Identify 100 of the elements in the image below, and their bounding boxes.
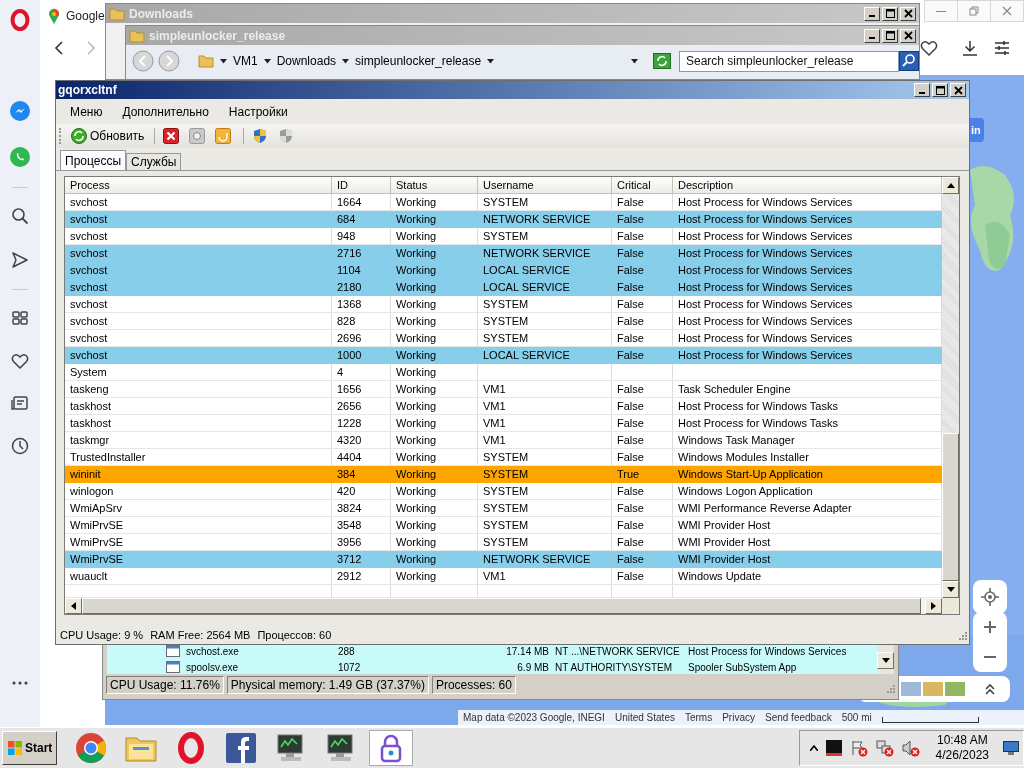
maximize-icon — [885, 31, 895, 40]
dropdown-icon[interactable] — [631, 58, 638, 64]
scroll-right-button[interactable] — [925, 598, 942, 614]
title-bar: simpleunlocker_release — [126, 26, 919, 45]
table-row[interactable]: svchost 2180 Working LOCAL SERVICE False Host Process for Windows Services — [65, 279, 942, 296]
browser-logo-icon[interactable] — [9, 9, 31, 31]
resize-grip-icon[interactable] — [885, 683, 895, 693]
clock-icon[interactable] — [11, 437, 29, 455]
map-link[interactable]: United States — [614, 712, 675, 723]
caret-icon[interactable] — [487, 58, 495, 64]
table-cell-text: 1656 — [336, 382, 363, 397]
table-cell-text: False — [616, 229, 645, 244]
table-cell-text: Host Process for Windows Services — [677, 314, 854, 329]
scrollbar[interactable] — [877, 643, 894, 674]
column-header[interactable]: Status — [391, 177, 478, 194]
menu-item[interactable]: Настройки — [228, 104, 288, 119]
table-cell-text: Host Process for Windows Services — [677, 212, 854, 227]
minimize-icon — [869, 15, 875, 17]
breadcrumb-item[interactable]: VM1 — [233, 54, 258, 68]
scroll-up-button[interactable] — [942, 177, 959, 194]
menu-item[interactable]: Дополнительно — [122, 104, 209, 119]
table-cell-text: 684 — [336, 212, 357, 227]
grid-icon[interactable] — [11, 309, 29, 327]
table-row[interactable]: svchost 1000 Working LOCAL SERVICE False Host Process for Windows Services — [65, 347, 942, 364]
scroll-down-button[interactable] — [877, 652, 894, 669]
scroll-down-button[interactable] — [942, 581, 959, 598]
table-row[interactable]: svchost 1104 Working LOCAL SERVICE False Host Process for Windows Services — [65, 262, 942, 279]
download-icon[interactable] — [962, 40, 978, 56]
map-link[interactable]: Privacy — [722, 712, 755, 723]
show-desktop-icon[interactable] — [1003, 741, 1019, 755]
sign-in-button[interactable]: in — [970, 118, 984, 142]
column-header[interactable]: Description — [673, 177, 942, 194]
column-header[interactable]: ID — [332, 177, 391, 194]
gear-icon[interactable] — [189, 128, 206, 144]
table-cell-text: Working — [395, 467, 438, 482]
refresh-button[interactable]: Обновить — [69, 127, 147, 145]
table-row[interactable]: wininit 384 Working SYSTEM True Windows Start-Up Application — [65, 466, 942, 483]
map-thumbnail[interactable] — [901, 682, 921, 696]
back-icon[interactable] — [54, 40, 64, 56]
table-cell-text: svchost — [69, 280, 109, 295]
address-bar[interactable]: VM1 Downloads simpleunlocker_release — [198, 50, 638, 72]
shield-icon[interactable] — [252, 128, 269, 144]
table-row[interactable]: WmiPrvSE 3712 Working NETWORK SERVICE False WMI Provider Host — [65, 551, 942, 568]
table-row[interactable]: svchost 684 Working NETWORK SERVICE False Host Process for Windows Services — [65, 211, 942, 228]
table-cell-text: False — [616, 280, 645, 295]
map-thumbnail[interactable] — [923, 682, 943, 696]
tab[interactable]: Процессы — [60, 150, 126, 170]
table-cell-text: False — [616, 569, 645, 584]
menu-item[interactable]: Меню — [70, 104, 103, 119]
map-pin-icon — [48, 8, 60, 24]
status-text: Processes: 60 — [431, 676, 516, 694]
restart-icon[interactable] — [215, 128, 232, 144]
caret-icon[interactable] — [263, 58, 271, 64]
table-cell-text: Windows Start-Up Application — [677, 467, 824, 482]
flag-icon[interactable] — [849, 739, 868, 757]
scroll-thumb[interactable] — [942, 433, 959, 581]
map-thumbnail[interactable] — [945, 682, 965, 696]
messenger-icon[interactable] — [10, 101, 30, 121]
table-row[interactable]: svchost 2716 Working NETWORK SERVICE False Host Process for Windows Services — [65, 245, 942, 262]
locate-button[interactable] — [973, 580, 1007, 614]
search-icon[interactable] — [11, 207, 29, 225]
table-cell-text: Windows Logon Application — [677, 484, 814, 499]
status-text: Physical memory: 1.49 GB (37.37%) — [226, 676, 429, 694]
settings-icon[interactable] — [994, 41, 1010, 55]
search-button[interactable] — [899, 51, 919, 71]
resize-grip-icon[interactable] — [957, 629, 967, 640]
send-icon[interactable] — [11, 251, 29, 269]
heart-icon[interactable] — [11, 353, 29, 369]
clock[interactable]: 10:48 AM 4/26/2023 — [935, 733, 989, 763]
caret-icon[interactable] — [342, 58, 350, 64]
table-cell-text: Host Process for Windows Services — [677, 297, 854, 312]
delete-icon[interactable] — [163, 128, 180, 144]
map-link[interactable]: Send feedback — [765, 712, 832, 723]
back-button[interactable] — [132, 50, 154, 72]
caret-icon[interactable] — [220, 58, 227, 64]
network-icon[interactable] — [875, 739, 894, 757]
breadcrumb-item[interactable]: Downloads — [276, 54, 337, 68]
table-cell-text: False — [616, 501, 645, 516]
start-button[interactable]: Start — [2, 731, 58, 765]
app-tray-icon[interactable] — [825, 740, 842, 756]
tab[interactable]: Службы — [126, 153, 182, 170]
taskbar-button[interactable] — [369, 730, 414, 766]
attribution-text: Map data ©2023 Google, INEGI — [463, 712, 605, 723]
speaker-icon[interactable] — [901, 739, 920, 757]
browser-tab[interactable]: Google — [48, 6, 105, 26]
heart-icon[interactable] — [920, 40, 938, 56]
scrollbar[interactable] — [942, 177, 959, 598]
column-header[interactable]: Critical — [612, 177, 673, 194]
maximize-button[interactable] — [932, 83, 948, 97]
show-hidden-icons-icon[interactable] — [809, 745, 818, 751]
forward-button[interactable] — [158, 50, 180, 72]
search-field[interactable]: Search simpleunlocker_release — [679, 50, 899, 72]
more-icon[interactable] — [12, 681, 28, 685]
column-header[interactable]: Username — [478, 177, 612, 194]
scroll-left-button[interactable] — [65, 598, 82, 614]
refresh-button[interactable] — [653, 53, 671, 69]
news-icon[interactable] — [11, 395, 29, 411]
column-header[interactable]: Process — [65, 177, 332, 194]
map-link[interactable]: Terms — [684, 712, 713, 723]
breadcrumb-item[interactable]: simpleunlocker_release — [355, 54, 482, 68]
